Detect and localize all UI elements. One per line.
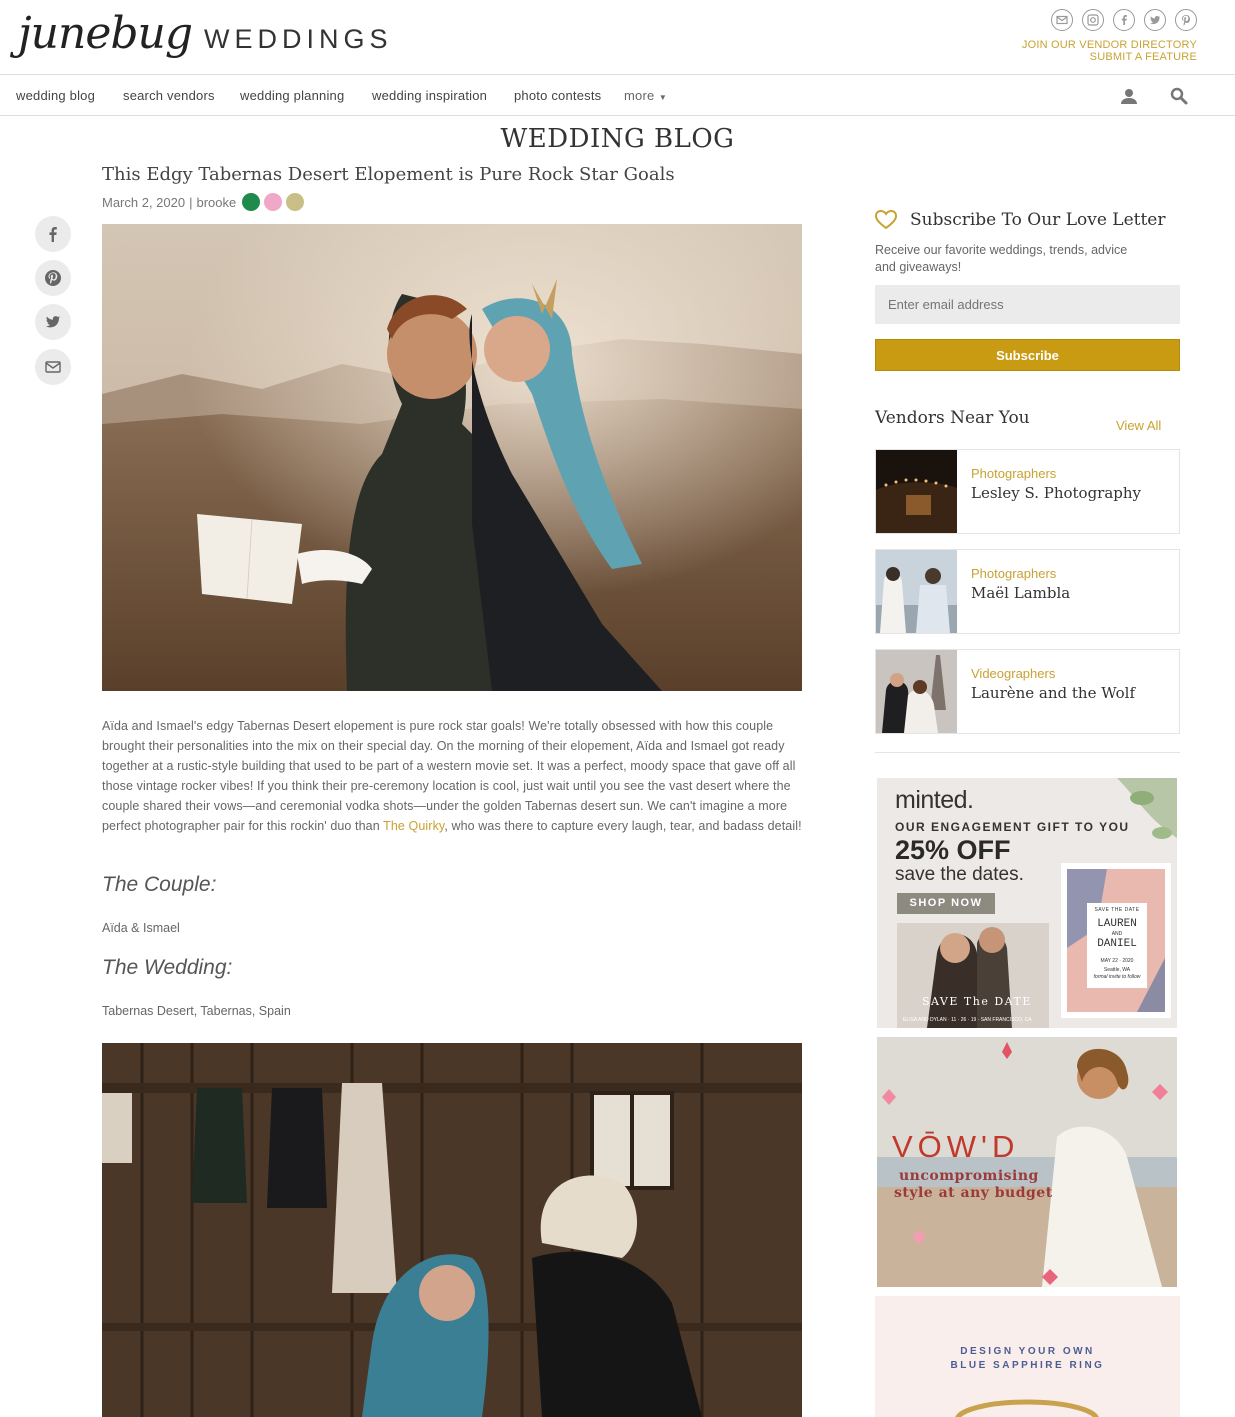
- meta-separator: |: [189, 194, 193, 210]
- vowd-logo: VŌW'D: [892, 1129, 1020, 1164]
- nav-wedding-blog[interactable]: wedding blog: [16, 88, 95, 103]
- post-body-part-2: , who was there to capture every laugh, …: [444, 819, 802, 833]
- instagram-icon[interactable]: [1082, 9, 1104, 31]
- vendor-thumbnail: [876, 650, 957, 733]
- vendor-card[interactable]: Videographers Laurène and the Wolf: [875, 649, 1180, 734]
- main-nav: wedding blog search vendors wedding plan…: [0, 75, 1235, 116]
- vowd-line-1: uncompromising: [899, 1168, 1039, 1184]
- minted-card-script: SAVE The DATE: [922, 995, 1032, 1008]
- header-social-icons: [1051, 9, 1197, 31]
- minted-card2-top: SAVE THE DATE: [1094, 907, 1140, 913]
- vendor-name[interactable]: Maël Lambla: [971, 584, 1070, 602]
- wedding-value: Tabernas Desert, Tabernas, Spain: [102, 1004, 291, 1018]
- vendor-name[interactable]: Lesley S. Photography: [971, 484, 1141, 502]
- email-input[interactable]: [875, 285, 1180, 324]
- vendor-thumbnail: [876, 450, 957, 533]
- site-logo[interactable]: junebug WEDDINGS: [18, 8, 393, 60]
- vendor-category: Photographers: [971, 466, 1057, 481]
- sidebar-divider: [875, 752, 1180, 753]
- facebook-icon: [49, 227, 57, 242]
- vendors-near-you-title: Vendors Near You: [875, 408, 1030, 428]
- couple-value: Aïda & Ismael: [102, 921, 180, 935]
- site-header: junebug WEDDINGS JOIN OUR VENDOR DIRECTO…: [0, 0, 1235, 75]
- subscribe-title: Subscribe To Our Love Letter: [910, 210, 1166, 230]
- user-icon[interactable]: [1119, 86, 1139, 106]
- join-vendor-directory-link[interactable]: JOIN OUR VENDOR DIRECTORY: [1022, 39, 1197, 51]
- post-title: This Edgy Tabernas Desert Elopement is P…: [102, 164, 675, 185]
- minted-offer: 25% OFF: [895, 835, 1011, 865]
- palette-swatch-pink[interactable]: [264, 193, 283, 211]
- pinterest-icon: [45, 270, 61, 286]
- nav-wedding-inspiration[interactable]: wedding inspiration: [372, 88, 487, 103]
- submit-feature-link[interactable]: SUBMIT A FEATURE: [1022, 51, 1197, 63]
- search-icon[interactable]: [1169, 86, 1189, 106]
- wedding-heading: The Wedding:: [102, 956, 233, 979]
- minted-subline: save the dates.: [895, 864, 1024, 885]
- vendor-category: Photographers: [971, 566, 1057, 581]
- minted-card2-name-1: LAUREN: [1097, 918, 1137, 930]
- minted-card2-city: Seattle, WA: [1103, 967, 1131, 973]
- minted-logo: minted.: [895, 786, 974, 814]
- logo-script: junebug: [18, 8, 193, 59]
- palette-swatch-tan[interactable]: [286, 193, 305, 211]
- view-all-link[interactable]: View All: [1116, 418, 1161, 433]
- facebook-icon[interactable]: [1113, 9, 1135, 31]
- subscribe-description: Receive our favorite weddings, trends, a…: [875, 243, 1128, 274]
- vowd-ad[interactable]: VŌW'D uncompromising style at any budget: [877, 1037, 1177, 1287]
- logo-word: WEDDINGS: [204, 24, 393, 54]
- vendor-links: JOIN OUR VENDOR DIRECTORY SUBMIT A FEATU…: [1022, 39, 1197, 63]
- minted-card-line: ELISA AND DYLAN · 11 · 26 · 19 · SAN FRA…: [903, 1017, 1032, 1023]
- couple-heading: The Couple:: [102, 873, 217, 896]
- mail-icon[interactable]: [1051, 9, 1073, 31]
- heart-icon: [875, 210, 897, 230]
- nav-wedding-planning[interactable]: wedding planning: [240, 88, 344, 103]
- ring-icon: [955, 1399, 1099, 1417]
- subscribe-button[interactable]: Subscribe: [875, 339, 1180, 371]
- vendor-card[interactable]: Photographers Lesley S. Photography: [875, 449, 1180, 534]
- share-pinterest-button[interactable]: [35, 260, 71, 296]
- share-twitter-button[interactable]: [35, 304, 71, 340]
- page-title: WEDDING BLOG: [500, 124, 735, 154]
- vowd-line-2: style at any budget: [894, 1185, 1053, 1201]
- minted-card2-name-2: DANIEL: [1097, 938, 1137, 950]
- nav-search-vendors[interactable]: search vendors: [123, 88, 215, 103]
- post-author[interactable]: brooke: [197, 195, 237, 210]
- post-date: March 2, 2020: [102, 194, 186, 210]
- minted-shop-now-button[interactable]: SHOP NOW: [897, 893, 995, 914]
- vendor-card[interactable]: Photographers Maël Lambla: [875, 549, 1180, 634]
- vendor-name[interactable]: Laurène and the Wolf: [971, 684, 1135, 702]
- minted-card2-note: formal invite to follow: [1093, 974, 1141, 980]
- minted-tagline: OUR ENGAGEMENT GIFT TO YOU: [895, 820, 1130, 834]
- vendor-thumbnail: [876, 550, 957, 633]
- palette-swatch-green[interactable]: [242, 193, 261, 211]
- minted-card2-and: AND: [1111, 931, 1123, 937]
- post-body-part-1: Aïda and Ismael's edgy Tabernas Desert e…: [102, 719, 796, 833]
- nav-photo-contests[interactable]: photo contests: [514, 88, 601, 103]
- hero-photo-couple-kiss: [102, 224, 802, 691]
- vendor-category: Videographers: [971, 666, 1056, 681]
- pinterest-icon[interactable]: [1175, 9, 1197, 31]
- twitter-icon: [45, 316, 61, 328]
- post-meta: March 2, 2020 | brooke: [102, 193, 305, 211]
- minted-card2-date: MAY 22 · 2020: [1100, 958, 1134, 964]
- mail-icon: [45, 361, 61, 373]
- twitter-icon[interactable]: [1144, 9, 1166, 31]
- share-facebook-button[interactable]: [35, 216, 71, 252]
- post-body: Aïda and Ismael's edgy Tabernas Desert e…: [102, 716, 802, 836]
- nav-more-label: more: [624, 88, 655, 103]
- minted-ad[interactable]: minted. OUR ENGAGEMENT GIFT TO YOU 25% O…: [877, 778, 1177, 1028]
- nav-more[interactable]: more ▼: [624, 88, 667, 103]
- ring-ad[interactable]: DESIGN YOUR OWN BLUE SAPPHIRE RING: [875, 1296, 1180, 1417]
- caret-down-icon: ▼: [656, 93, 667, 102]
- share-email-button[interactable]: [35, 349, 71, 385]
- photographer-link[interactable]: The Quirky: [383, 819, 444, 833]
- getting-ready-photo: [102, 1043, 802, 1417]
